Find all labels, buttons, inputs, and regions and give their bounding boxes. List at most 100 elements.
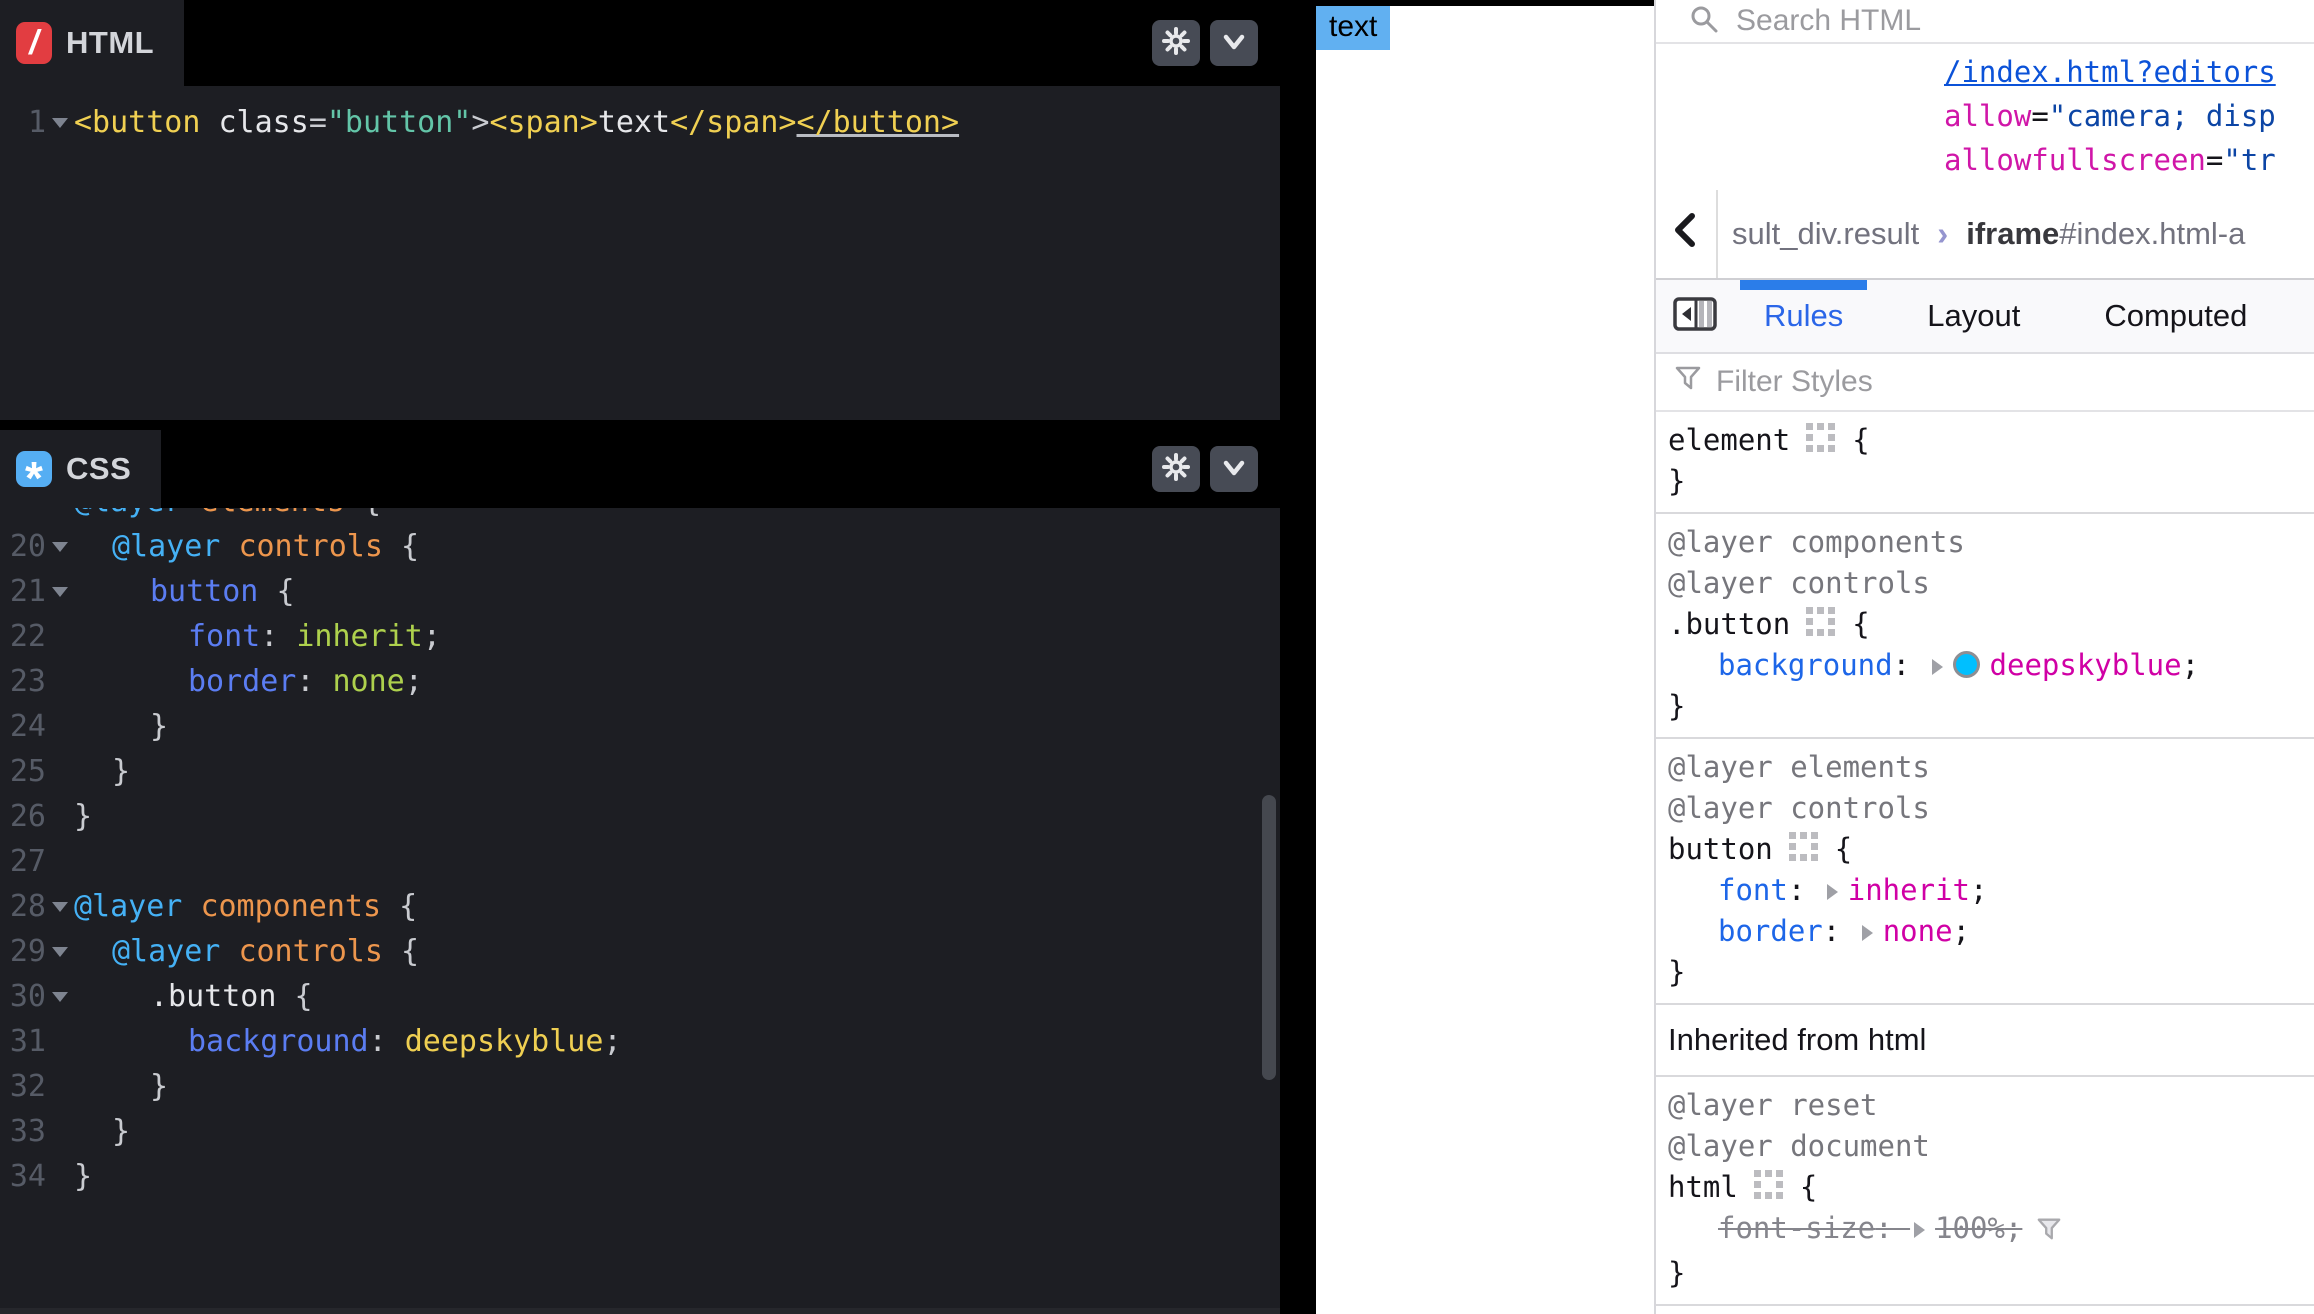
html-collapse-button[interactable] [1210, 20, 1258, 66]
filter-styles-input[interactable]: Filter Styles [1656, 354, 2314, 412]
search-icon [1688, 3, 1720, 40]
sidebar-toggle-button[interactable] [1656, 280, 1734, 352]
rule-ancestor-layer: @layer elements [1668, 747, 2314, 788]
rule-close-brace: } [1668, 461, 2314, 502]
code-token: </span> [670, 105, 796, 140]
html-settings-button[interactable] [1152, 20, 1200, 66]
line-number: 30 [0, 974, 46, 1019]
fold-arrow-icon[interactable] [46, 100, 74, 145]
css-logo-icon: * [16, 451, 52, 487]
code-token: .button [150, 979, 295, 1014]
dotgrid-icon[interactable] [1789, 832, 1819, 862]
expand-arrow-icon[interactable] [1914, 1222, 1925, 1238]
markup-view[interactable]: /index.html?editorsallow="camera; dispal… [1656, 44, 2314, 190]
code-line: 33} [0, 1109, 1280, 1154]
tab-computed[interactable]: Computed [2074, 280, 2277, 352]
code-token: { [401, 934, 419, 969]
code-token: : [260, 619, 296, 654]
css-code-editor[interactable]: @layer elements {20@layer controls {21bu… [0, 508, 1280, 1199]
tab-rules[interactable]: Rules [1734, 280, 1873, 352]
html-panel-actions [1152, 0, 1280, 86]
code-line: 20@layer controls { [0, 524, 1280, 569]
expand-arrow-icon[interactable] [1932, 659, 1943, 675]
editor-column: / HTML 1<button class="but [0, 0, 1280, 1314]
breadcrumb-item-result-div[interactable]: sult_div.result [1732, 216, 1919, 252]
attribute-value[interactable]: "tr [2223, 143, 2275, 177]
code-token: : [296, 664, 332, 699]
code-line: 26} [0, 794, 1280, 839]
property-value[interactable]: deepskyblue [1990, 648, 2182, 682]
rule-selector-line: button{ [1668, 829, 2314, 870]
iframe-src-link[interactable]: /index.html?editors [1944, 55, 2276, 89]
expand-arrow-icon[interactable] [1827, 884, 1838, 900]
css-collapse-button[interactable] [1210, 446, 1258, 492]
css-rule: element{} [1656, 412, 2314, 514]
attribute-name[interactable]: allow [1944, 99, 2031, 133]
line-number: 34 [0, 1154, 46, 1199]
fold-arrow-icon[interactable] [46, 524, 74, 569]
rule-close-brace: } [1668, 1253, 2314, 1294]
property-name[interactable]: font-size [1718, 1211, 1875, 1245]
dotgrid-icon[interactable] [1754, 1170, 1784, 1200]
tab-layout[interactable]: Layout [1897, 280, 2050, 352]
fold-arrow-icon[interactable] [46, 929, 74, 974]
html-editor-tab[interactable]: / HTML [0, 0, 184, 86]
overridden-filter-icon[interactable] [2036, 1215, 2062, 1249]
breadcrumb-back-button[interactable] [1656, 190, 1718, 278]
attribute-value[interactable]: "camera; disp [2049, 99, 2276, 133]
code-line: 29@layer controls { [0, 929, 1280, 974]
code-text: <button class="button"><span>text</span>… [74, 100, 959, 145]
breadcrumb-item-iframe[interactable]: iframe#index.html-a [1966, 216, 2245, 252]
css-editor-scrollbar[interactable] [1262, 795, 1276, 1080]
fold-spacer [46, 704, 74, 749]
css-settings-button[interactable] [1152, 446, 1200, 492]
property-value[interactable]: inherit [1848, 873, 1970, 907]
code-token: : [369, 1024, 405, 1059]
fold-spacer [46, 1019, 74, 1064]
line-number: 24 [0, 704, 46, 749]
code-line: 32} [0, 1064, 1280, 1109]
code-text: button { [74, 569, 295, 614]
search-html-placeholder: Search HTML [1736, 4, 1921, 38]
rule-selector[interactable]: html [1668, 1170, 1738, 1204]
code-text: @layer controls { [74, 524, 419, 569]
fold-arrow-icon[interactable] [46, 884, 74, 929]
fold-spacer [46, 508, 74, 524]
property-value[interactable]: none [1883, 914, 1953, 948]
rule-ancestor-layer: @layer controls [1668, 788, 2314, 829]
code-token: { [276, 574, 294, 609]
property-name[interactable]: border [1718, 914, 1823, 948]
css-editor-tab[interactable]: * CSS [0, 430, 161, 508]
attribute-name[interactable]: allowfullscreen [1944, 143, 2206, 177]
fold-arrow-icon[interactable] [46, 974, 74, 1019]
css-panel-actions [1152, 430, 1280, 508]
preview-text-button[interactable]: text [1316, 6, 1390, 50]
rule-selector[interactable]: button [1668, 832, 1773, 866]
devtools-search-bar[interactable]: Search HTML [1656, 0, 2314, 44]
property-value[interactable]: 100% [1935, 1211, 2005, 1245]
property-name[interactable]: background [1718, 648, 1893, 682]
panel-divider-gutter[interactable] [1280, 0, 1316, 1314]
inherited-from-header: Inherited from html [1656, 1005, 2314, 1077]
code-token: } [112, 1114, 130, 1149]
rules-panel: element{}@layer components@layer control… [1656, 412, 2314, 1306]
color-swatch[interactable] [1953, 651, 1980, 678]
rule-selector[interactable]: element [1668, 423, 1790, 457]
markup-line: allow="camera; disp [1944, 94, 2314, 138]
html-code-editor[interactable]: 1<button class="button"><span>text</span… [0, 86, 1280, 420]
property-name[interactable]: font [1718, 873, 1788, 907]
code-line: @layer elements { [0, 508, 1280, 524]
code-text: border: none; [74, 659, 423, 704]
rule-selector[interactable]: .button [1668, 607, 1790, 641]
chevron-down-icon [1218, 26, 1250, 61]
fold-spacer [46, 749, 74, 794]
code-text: } [74, 749, 130, 794]
dotgrid-icon[interactable] [1806, 607, 1836, 637]
gear-icon [1161, 26, 1191, 61]
expand-arrow-icon[interactable] [1862, 925, 1873, 941]
code-token: border [188, 664, 296, 699]
line-number: 32 [0, 1064, 46, 1109]
dotgrid-icon[interactable] [1806, 423, 1836, 453]
filter-funnel-icon [1674, 364, 1702, 400]
fold-arrow-icon[interactable] [46, 569, 74, 614]
